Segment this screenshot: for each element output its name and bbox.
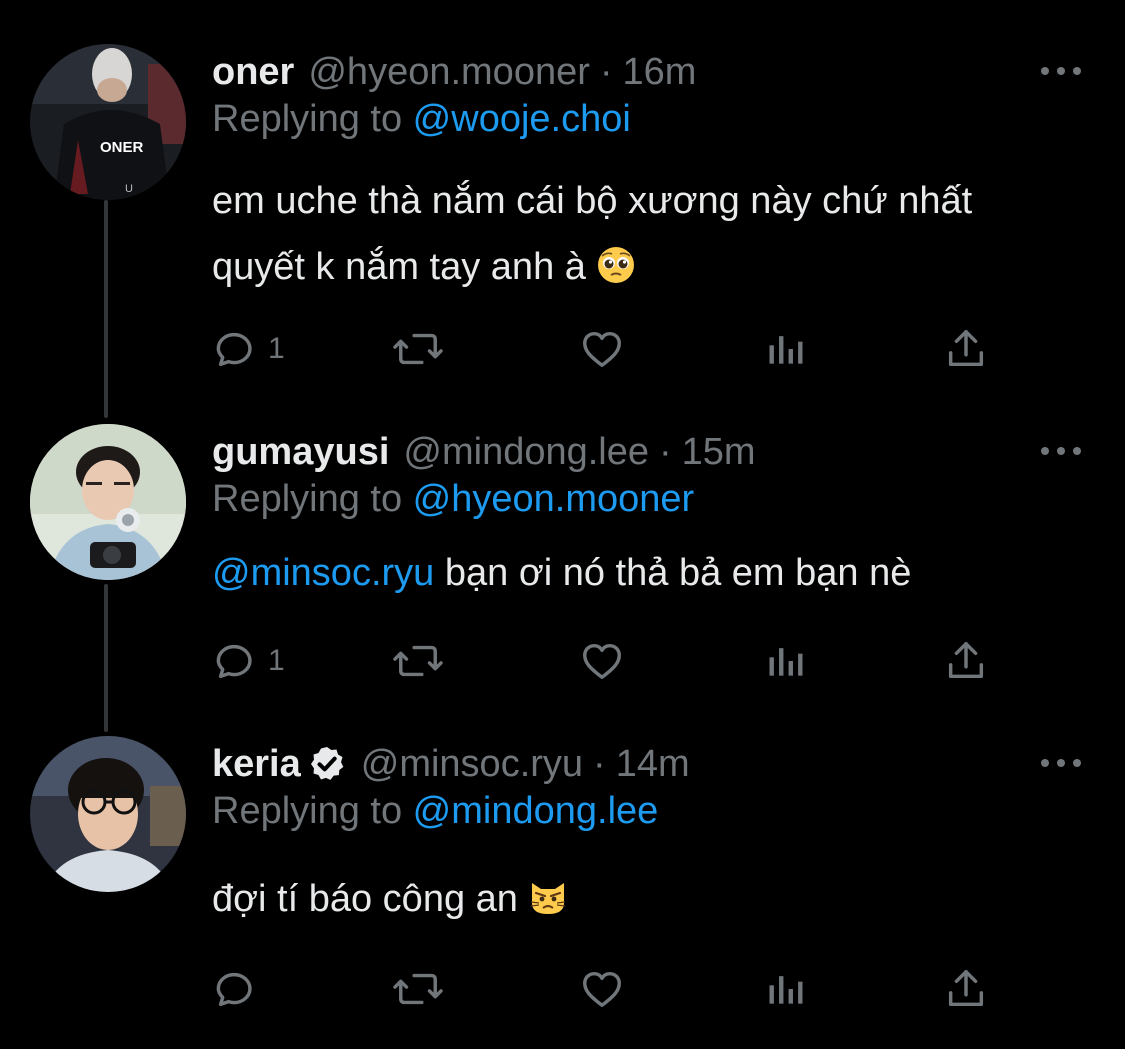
pleading-face-emoji-icon bbox=[598, 247, 635, 283]
like-button[interactable] bbox=[578, 636, 626, 686]
replying-to-mention[interactable]: @hyeon.mooner bbox=[413, 478, 695, 520]
display-name[interactable]: oner bbox=[212, 51, 294, 94]
views-icon bbox=[769, 336, 803, 364]
reply-icon bbox=[216, 332, 252, 367]
share-button[interactable] bbox=[942, 964, 990, 1014]
retweet-icon bbox=[393, 973, 443, 1005]
reply-icon bbox=[216, 644, 252, 679]
reply-icon bbox=[216, 972, 252, 1007]
tweet-actions: 1 bbox=[212, 636, 1002, 686]
share-icon bbox=[948, 330, 984, 367]
share-button[interactable] bbox=[942, 636, 990, 686]
jersey-text: ONER bbox=[100, 139, 144, 156]
reply-count: 1 bbox=[268, 332, 285, 365]
tweet-oner[interactable]: ONER U oner @hyeon.mooner · 16m Replying… bbox=[0, 44, 1125, 404]
tweet-header: keria @minsoc.ryu · 14m bbox=[212, 736, 690, 792]
timestamp[interactable]: 14m bbox=[616, 743, 690, 786]
replying-to: Replying to @hyeon.mooner bbox=[212, 478, 694, 521]
tweet-text: @minsoc.ryu bạn ơi nó thả bả em bạn nè bbox=[212, 540, 1092, 606]
replying-to: Replying to @mindong.lee bbox=[212, 790, 658, 833]
avatar-gumayusi-image bbox=[30, 424, 186, 580]
views-button[interactable] bbox=[764, 636, 808, 686]
like-icon bbox=[583, 643, 621, 680]
tweet-actions: 1 bbox=[212, 324, 1002, 374]
tweet-text-line-2: quyết k nắm tay anh à bbox=[212, 246, 586, 288]
display-name[interactable]: gumayusi bbox=[212, 431, 389, 474]
avatar-keria-image bbox=[30, 736, 186, 892]
replying-to: Replying to @wooje.choi bbox=[212, 98, 631, 141]
replying-label: Replying to bbox=[212, 790, 413, 832]
more-options-icon[interactable] bbox=[1041, 748, 1081, 778]
timestamp[interactable]: 16m bbox=[623, 51, 697, 94]
replying-label: Replying to bbox=[212, 478, 413, 520]
views-icon bbox=[769, 976, 803, 1004]
timestamp[interactable]: 15m bbox=[682, 431, 756, 474]
views-icon bbox=[769, 648, 803, 676]
handle[interactable]: @minsoc.ryu bbox=[361, 743, 583, 786]
tweet-keria[interactable]: keria @minsoc.ryu · 14m Replying to @min… bbox=[0, 736, 1125, 1036]
like-button[interactable] bbox=[578, 324, 626, 374]
more-options-icon[interactable] bbox=[1041, 56, 1081, 86]
replying-to-mention[interactable]: @mindong.lee bbox=[413, 790, 659, 832]
retweet-icon bbox=[393, 333, 443, 365]
tweet-text-content: bạn ơi nó thả bả em bạn nè bbox=[434, 552, 912, 594]
replying-label: Replying to bbox=[212, 98, 413, 140]
views-button[interactable] bbox=[764, 964, 808, 1014]
replying-to-mention[interactable]: @wooje.choi bbox=[413, 98, 631, 140]
like-icon bbox=[583, 331, 621, 368]
share-button[interactable] bbox=[942, 324, 990, 374]
display-name[interactable]: keria bbox=[212, 743, 301, 786]
tweet-header: oner @hyeon.mooner · 16m bbox=[212, 44, 696, 100]
tweet-mention[interactable]: @minsoc.ryu bbox=[212, 552, 434, 594]
tweet-actions bbox=[212, 964, 1002, 1014]
like-button[interactable] bbox=[578, 964, 626, 1014]
like-icon bbox=[583, 971, 621, 1008]
handle[interactable]: @mindong.lee bbox=[403, 431, 649, 474]
avatar[interactable] bbox=[30, 424, 186, 580]
tweet-text-line: em uche thà nắm cái bộ xương này chứ nhấ… bbox=[212, 180, 973, 222]
tweet-text: đợi tí báo công an bbox=[212, 866, 1092, 932]
avatar[interactable]: ONER U bbox=[30, 44, 186, 200]
reply-count: 1 bbox=[268, 644, 285, 677]
tweet-text-line: quyết k nắm tay anh à bbox=[212, 234, 1092, 300]
separator-dot: · bbox=[599, 50, 613, 93]
avatar-oner-image: ONER U bbox=[30, 44, 186, 200]
retweet-button[interactable] bbox=[390, 636, 446, 686]
tweet-text-content: đợi tí báo công an bbox=[212, 878, 529, 920]
reply-button[interactable] bbox=[212, 964, 268, 1014]
separator-dot: · bbox=[593, 742, 606, 785]
reply-button[interactable]: 1 bbox=[212, 324, 285, 374]
verified-badge-icon[interactable] bbox=[307, 744, 347, 784]
tweet-gumayusi[interactable]: gumayusi @mindong.lee · 15m Replying to … bbox=[0, 424, 1125, 714]
tweet-header: gumayusi @mindong.lee · 15m bbox=[212, 424, 756, 480]
more-options-icon[interactable] bbox=[1041, 436, 1081, 466]
handle[interactable]: @hyeon.mooner bbox=[308, 51, 590, 94]
svg-text:U: U bbox=[125, 183, 133, 195]
separator-dot: · bbox=[659, 430, 672, 473]
reply-button[interactable]: 1 bbox=[212, 636, 285, 686]
pouting-cat-emoji-icon bbox=[531, 883, 566, 914]
share-icon bbox=[948, 642, 984, 679]
views-button[interactable] bbox=[764, 324, 808, 374]
retweet-button[interactable] bbox=[390, 324, 446, 374]
retweet-icon bbox=[393, 645, 443, 677]
share-icon bbox=[948, 970, 984, 1007]
retweet-button[interactable] bbox=[390, 964, 446, 1014]
tweet-text: em uche thà nắm cái bộ xương này chứ nhấ… bbox=[212, 168, 1092, 300]
avatar[interactable] bbox=[30, 736, 186, 892]
